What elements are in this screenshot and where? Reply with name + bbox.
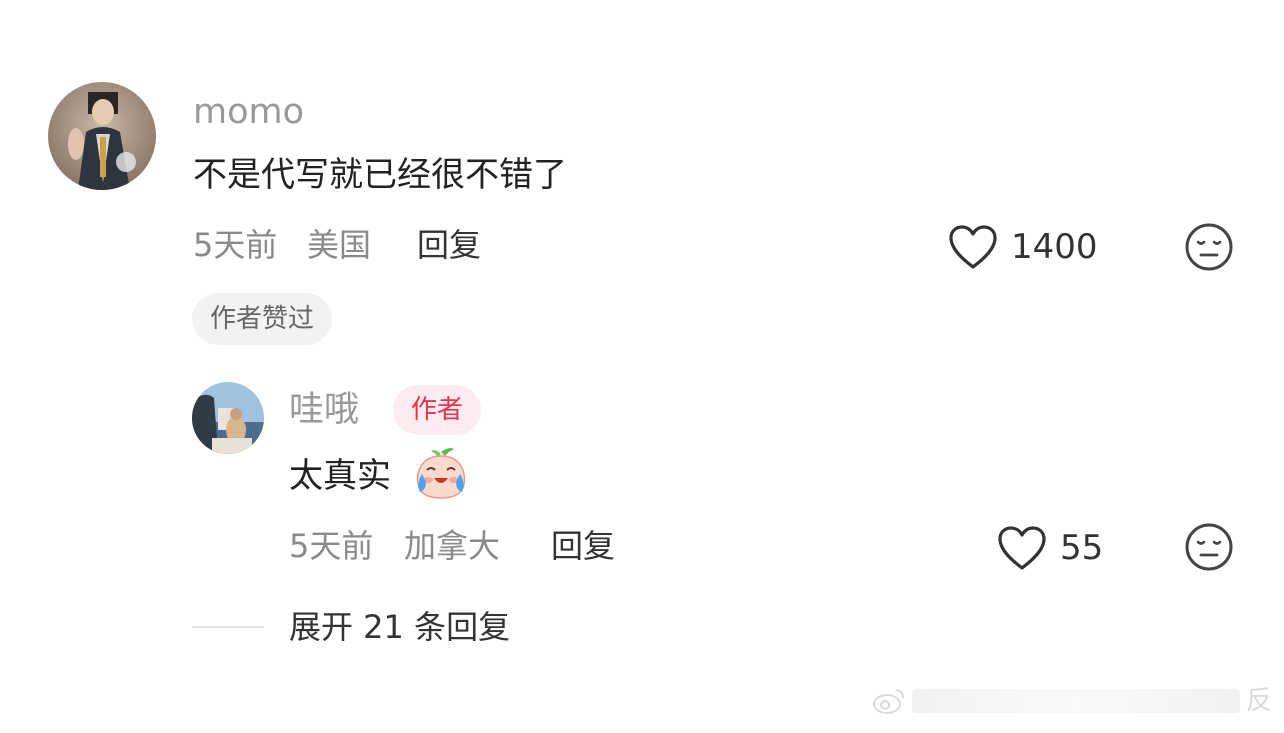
- watermark-text: 反: [1245, 686, 1272, 716]
- comment-username[interactable]: momo: [193, 92, 304, 132]
- avatar-image: [192, 382, 264, 454]
- avatar-image: [48, 82, 156, 190]
- comment-location: 美国: [307, 226, 372, 264]
- crying-laughing-peach-emoji: [412, 446, 470, 500]
- weibo-logo-icon: [873, 689, 904, 714]
- avatar-momo[interactable]: [48, 82, 156, 190]
- heart-outline-icon: [998, 526, 1046, 570]
- reply-username[interactable]: 哇哦: [289, 390, 359, 430]
- reply-dislike-button[interactable]: [1184, 522, 1234, 572]
- reply-time: 5天前: [289, 527, 374, 565]
- reply-like-button[interactable]: 55: [996, 524, 1103, 572]
- reply-text: 太真实: [289, 456, 391, 496]
- comment-like-count: 1400: [1011, 227, 1098, 267]
- expand-divider: [192, 626, 264, 628]
- heart-outline-icon: [949, 225, 997, 269]
- avatar-wao[interactable]: [192, 382, 264, 454]
- reply-like-count: 55: [1060, 528, 1104, 568]
- neutral-face-icon: [1185, 223, 1233, 271]
- reply-location: 加拿大: [404, 527, 501, 565]
- comment-text: 不是代写就已经很不错了: [193, 155, 567, 195]
- comment-like-button[interactable]: 1400: [947, 223, 1098, 271]
- author-badge: 作者: [393, 385, 482, 435]
- author-liked-badge: 作者赞过: [192, 293, 333, 345]
- watermark: 反: [872, 680, 1272, 722]
- neutral-face-icon: [1185, 523, 1233, 571]
- comment-time: 5天前: [193, 226, 278, 264]
- expand-replies-button[interactable]: 展开 21 条回复: [289, 607, 510, 647]
- comment-reply-button[interactable]: 回复: [417, 225, 481, 265]
- comment-dislike-button[interactable]: [1184, 222, 1234, 272]
- reply-reply-button[interactable]: 回复: [551, 526, 615, 566]
- watermark-blurred-text: [912, 689, 1240, 713]
